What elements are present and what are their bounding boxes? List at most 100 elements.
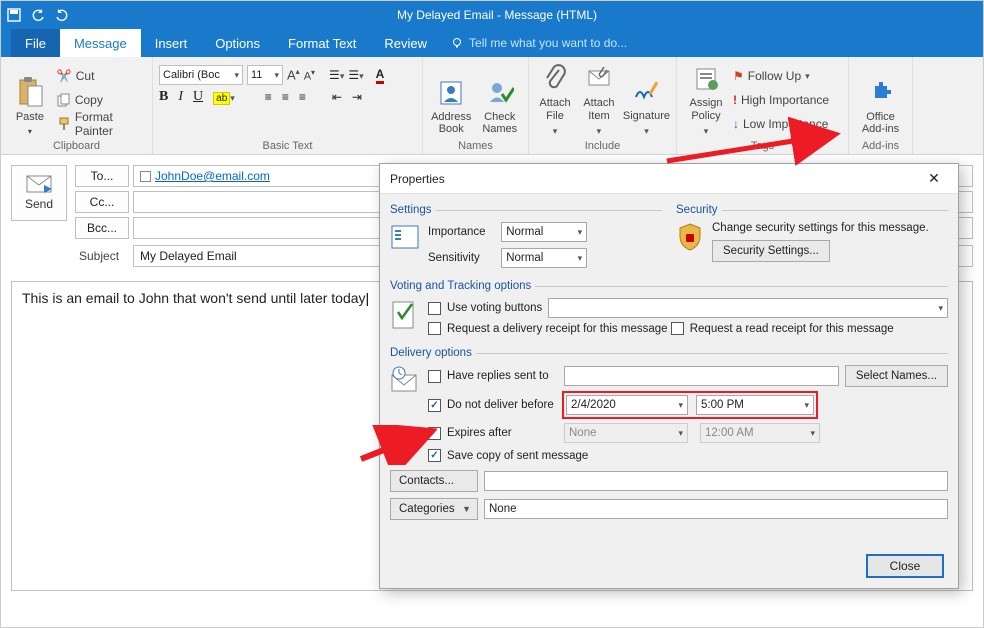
group-tags-label: Tags: [683, 138, 842, 152]
low-importance-button[interactable]: ↓Low Importance: [733, 113, 829, 135]
security-text: Change security settings for this messag…: [712, 222, 929, 234]
tab-message[interactable]: Message: [60, 29, 141, 57]
expires-after-checkbox[interactable]: Expires after: [428, 427, 558, 440]
tell-me[interactable]: Tell me what you want to do...: [441, 29, 627, 57]
redo-icon[interactable]: [55, 8, 69, 22]
format-painter-button[interactable]: Format Painter: [57, 113, 146, 135]
ribbon: Paste▾ ✂️Cut Copy Format Painter Clipboa…: [1, 57, 983, 155]
send-icon: [26, 175, 52, 193]
attach-file-button[interactable]: Attach File▾: [535, 61, 575, 138]
read-receipt-checkbox[interactable]: Request a read receipt for this message: [671, 322, 894, 335]
group-names-label: Names: [429, 138, 522, 152]
bold-button[interactable]: B: [159, 89, 168, 105]
expires-date-combo: None▾: [564, 423, 688, 443]
tab-options[interactable]: Options: [201, 29, 274, 57]
security-settings-button[interactable]: Security Settings...: [712, 240, 830, 262]
expires-time-combo: 12:00 AM▾: [700, 423, 820, 443]
delivery-receipt-checkbox[interactable]: Request a delivery receipt for this mess…: [428, 322, 668, 335]
follow-up-button[interactable]: ⚑Follow Up▾: [733, 65, 829, 87]
voting-buttons-combo[interactable]: ▾: [548, 298, 948, 318]
to-button[interactable]: To...: [75, 165, 129, 187]
titlebar: My Delayed Email - Message (HTML): [1, 1, 983, 29]
cut-button[interactable]: ✂️Cut: [57, 65, 146, 87]
bullets-icon[interactable]: ☰▾: [329, 68, 344, 82]
font-color-icon[interactable]: A: [376, 67, 385, 84]
delivery-icon: [390, 365, 420, 462]
office-addins-button[interactable]: Office Add-ins: [855, 61, 906, 138]
group-addins-label: Add-ins: [855, 138, 906, 152]
underline-button[interactable]: U: [193, 89, 203, 105]
replies-sent-to-checkbox[interactable]: Have replies sent to: [428, 370, 558, 383]
deliver-date-combo[interactable]: 2/4/2020▾: [566, 395, 688, 415]
decrease-indent-icon[interactable]: ⇤: [332, 90, 342, 104]
undo-icon[interactable]: [31, 8, 45, 22]
shrink-font-icon[interactable]: A▾: [304, 68, 315, 83]
check-names-icon: [484, 76, 516, 108]
ribbon-tabs: File Message Insert Options Format Text …: [1, 29, 983, 57]
assign-policy-button[interactable]: Assign Policy▾: [683, 61, 729, 138]
addins-icon: [865, 76, 897, 108]
delivery-legend: Delivery options: [390, 347, 476, 359]
cut-icon: ✂️: [57, 69, 72, 83]
replies-sent-to-field[interactable]: [564, 366, 839, 386]
font-size-combo[interactable]: 11▾: [247, 65, 283, 85]
close-button[interactable]: Close: [866, 554, 944, 578]
select-names-button[interactable]: Select Names...: [845, 365, 948, 387]
paste-button[interactable]: Paste▾: [7, 61, 53, 138]
window-title: My Delayed Email - Message (HTML): [69, 8, 925, 22]
save-copy-checkbox[interactable]: Save copy of sent message: [428, 449, 588, 462]
tab-review[interactable]: Review: [370, 29, 441, 57]
align-right-icon[interactable]: ≡: [299, 90, 306, 104]
tab-file[interactable]: File: [11, 29, 60, 57]
sensitivity-label: Sensitivity: [428, 252, 498, 264]
security-icon: [676, 222, 704, 262]
assign-policy-icon: [690, 62, 722, 94]
bcc-button[interactable]: Bcc...: [75, 217, 129, 239]
flag-icon: ⚑: [733, 69, 744, 83]
paste-icon: [14, 76, 46, 108]
settings-legend: Settings: [390, 204, 436, 216]
numbering-icon[interactable]: ☰▾: [348, 68, 363, 82]
brush-icon: [57, 117, 71, 131]
attach-item-button[interactable]: Attach Item▾: [579, 61, 619, 138]
importance-label: Importance: [428, 226, 498, 238]
group-include-label: Include: [535, 138, 670, 152]
sensitivity-combo[interactable]: Normal▾: [501, 248, 587, 268]
highlight-icon[interactable]: ab▾: [213, 90, 235, 104]
categories-field[interactable]: None: [484, 499, 948, 519]
increase-indent-icon[interactable]: ⇥: [352, 90, 362, 104]
voting-legend: Voting and Tracking options: [390, 280, 535, 292]
tab-insert[interactable]: Insert: [141, 29, 202, 57]
deliver-time-combo[interactable]: 5:00 PM▾: [696, 395, 814, 415]
copy-icon: [57, 93, 71, 107]
tell-me-label: Tell me what you want to do...: [469, 36, 627, 50]
categories-button[interactable]: Categories▼: [390, 498, 478, 520]
down-arrow-icon: ↓: [733, 117, 739, 131]
voting-buttons-checkbox[interactable]: Use voting buttons: [428, 302, 542, 315]
importance-combo[interactable]: Normal▾: [501, 222, 587, 242]
align-center-icon[interactable]: ≡: [282, 90, 289, 104]
contacts-button[interactable]: Contacts...: [390, 470, 478, 492]
address-book-icon: [435, 76, 467, 108]
font-family-combo[interactable]: Calibri (Boc▾: [159, 65, 243, 85]
grow-font-icon[interactable]: A▴: [287, 67, 300, 82]
tab-format-text[interactable]: Format Text: [274, 29, 370, 57]
cc-button[interactable]: Cc...: [75, 191, 129, 213]
contacts-field[interactable]: [484, 471, 948, 491]
align-left-icon[interactable]: ≡: [265, 90, 272, 104]
dialog-close-button[interactable]: ✕: [920, 168, 948, 190]
copy-button[interactable]: Copy: [57, 89, 146, 111]
italic-button[interactable]: I: [178, 89, 183, 105]
recipient-icon: [140, 171, 151, 182]
do-not-deliver-checkbox[interactable]: Do not deliver before: [428, 399, 558, 412]
save-icon[interactable]: [7, 8, 21, 22]
check-names-button[interactable]: Check Names: [478, 61, 523, 138]
send-button[interactable]: Send: [11, 165, 67, 221]
high-importance-button[interactable]: !High Importance: [733, 89, 829, 111]
exclamation-icon: !: [733, 93, 737, 107]
signature-button[interactable]: Signature▾: [623, 61, 670, 138]
voting-icon: [390, 298, 420, 339]
properties-dialog: Properties ✕ Settings Importance Normal▾…: [379, 163, 959, 589]
attach-item-icon: [583, 62, 615, 94]
address-book-button[interactable]: Address Book: [429, 61, 474, 138]
